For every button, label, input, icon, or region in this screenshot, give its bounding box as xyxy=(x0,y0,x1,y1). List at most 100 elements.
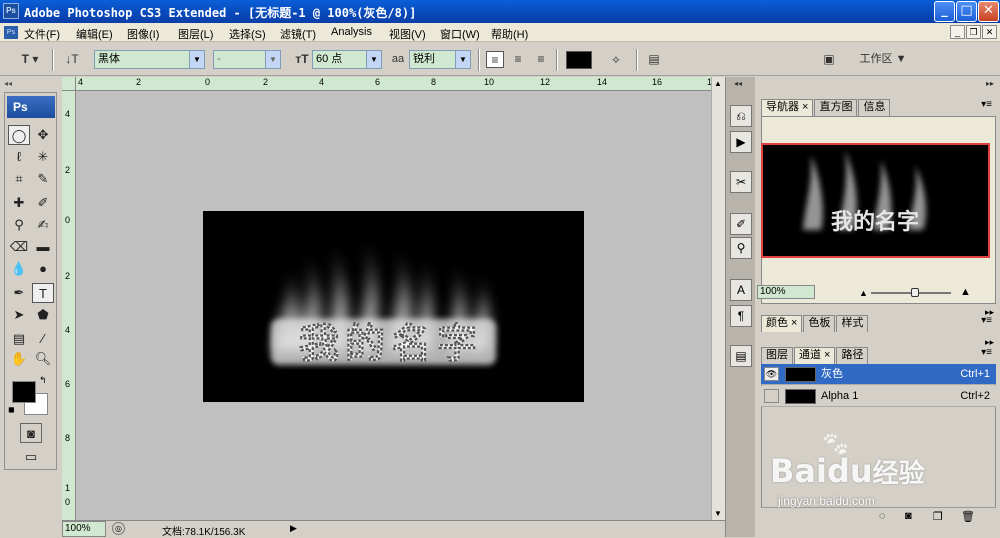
channel-row-alpha[interactable]: Alpha 1 Ctrl+2 xyxy=(761,386,996,407)
dodge-tool-icon[interactable]: ● xyxy=(32,259,54,279)
minimize-button[interactable]: _ xyxy=(934,1,955,22)
doc-restore-icon[interactable]: ❐ xyxy=(966,25,981,39)
doc-close-icon[interactable]: ✕ xyxy=(982,25,997,39)
tab-styles[interactable]: 样式 xyxy=(836,315,869,332)
paragraph-panel-icon[interactable]: ¶ xyxy=(730,305,752,327)
quick-mask-icon[interactable]: ◙ xyxy=(20,423,42,443)
menu-help[interactable]: 帮助(H) xyxy=(491,26,528,42)
tab-color[interactable]: 颜色 × xyxy=(761,315,803,332)
menu-analysis[interactable]: Analysis xyxy=(331,26,372,38)
shape-tool-icon[interactable]: ⬟ xyxy=(32,305,54,325)
menu-image[interactable]: 图像(I) xyxy=(127,26,159,42)
character-panel-icon[interactable]: ▤ xyxy=(644,51,664,68)
menu-app-icon[interactable]: Ps xyxy=(4,26,18,39)
healing-brush-icon[interactable]: ✚ xyxy=(8,193,30,213)
text-color-swatch[interactable] xyxy=(566,51,592,69)
layer-comps-icon[interactable]: ▤ xyxy=(730,345,752,367)
notes-tool-icon[interactable]: ▤ xyxy=(8,329,30,349)
brush-tool-icon[interactable]: ✐ xyxy=(32,193,54,213)
status-info-icon[interactable]: ◎ xyxy=(112,522,125,535)
tab-channels[interactable]: 通道 × xyxy=(794,347,836,364)
eraser-tool-icon[interactable]: ⌫ xyxy=(8,237,30,257)
font-family-select[interactable]: 黑体 ▼ xyxy=(94,50,205,69)
bridge-icon[interactable]: ▣ xyxy=(818,51,840,68)
clone-source-icon[interactable]: ⚲ xyxy=(730,237,752,259)
swap-colors-icon[interactable]: ↰ xyxy=(39,375,47,386)
lasso-tool-icon[interactable]: ℓ xyxy=(8,147,30,167)
actions-panel-icon[interactable]: ▶ xyxy=(730,131,752,153)
menu-filter[interactable]: 滤镜(T) xyxy=(280,26,316,42)
pen-tool-icon[interactable]: ✒ xyxy=(8,283,30,303)
zoom-slider-thumb[interactable] xyxy=(911,288,919,297)
menu-view[interactable]: 视图(V) xyxy=(389,26,426,42)
path-selection-icon[interactable]: ➤ xyxy=(8,305,30,325)
expand-dock-icon[interactable]: ◂◂ xyxy=(734,79,742,88)
align-right-icon[interactable]: ≡ xyxy=(532,51,550,68)
tab-layers[interactable]: 图层 xyxy=(761,347,793,364)
ruler-corner[interactable] xyxy=(62,77,76,91)
menu-layer[interactable]: 图层(L) xyxy=(178,26,213,42)
delete-channel-icon[interactable]: 🗑︎ xyxy=(961,510,975,523)
foreground-color-swatch[interactable] xyxy=(12,381,36,403)
document-canvas[interactable]: 我的名字 xyxy=(203,211,584,402)
brushes-panel-icon[interactable]: ✐ xyxy=(730,213,752,235)
move-tool-icon[interactable]: ✥ xyxy=(32,125,54,145)
close-button[interactable]: ✕ xyxy=(978,1,999,22)
new-channel-icon[interactable]: ❐ xyxy=(933,510,943,523)
tab-histogram[interactable]: 直方图 xyxy=(814,99,858,116)
vertical-scrollbar[interactable]: ▲ ▼ xyxy=(711,77,725,520)
vertical-ruler[interactable]: 4 2 0 2 4 6 8 1 0 xyxy=(62,91,76,521)
doc-minimize-icon[interactable]: _ xyxy=(950,25,965,39)
navigator-preview[interactable]: 我的名字 xyxy=(761,143,990,258)
character-panel-dock-icon[interactable]: A xyxy=(730,279,752,301)
eye-icon[interactable]: 👁︎ xyxy=(764,367,779,381)
gradient-tool-icon[interactable]: ▬ xyxy=(32,237,54,257)
tab-info[interactable]: 信息 xyxy=(858,99,891,116)
tab-navigator[interactable]: 导航器 × xyxy=(761,99,814,116)
menu-edit[interactable]: 编辑(E) xyxy=(76,26,113,42)
font-size-select[interactable]: 60 点 ▼ xyxy=(312,50,382,69)
align-center-icon[interactable]: ≡ xyxy=(509,51,527,68)
tab-paths[interactable]: 路径 xyxy=(836,347,869,364)
tool-presets-icon[interactable]: ✂ xyxy=(730,171,752,193)
navigator-zoom-field[interactable]: 100% xyxy=(757,285,815,299)
zoom-tool-icon[interactable]: 🔍︎ xyxy=(32,349,54,369)
text-orientation-icon[interactable]: ↓T xyxy=(62,51,82,68)
collapse-panels-icon[interactable]: ▸▸ xyxy=(986,79,994,88)
type-tool-preset-icon[interactable]: T ▾ xyxy=(14,51,46,68)
antialias-select[interactable]: 锐利 ▼ xyxy=(409,50,471,69)
eyedropper-icon[interactable]: ⁄ xyxy=(32,329,54,349)
photoshop-app-icon[interactable]: Ps xyxy=(3,3,19,19)
panel-menu-icon[interactable]: ▾≡ xyxy=(981,99,992,110)
marquee-tool-icon[interactable]: ◯ xyxy=(8,125,30,145)
menu-file[interactable]: 文件(F) xyxy=(24,26,60,42)
default-colors-icon[interactable]: ◼ xyxy=(8,405,15,414)
load-selection-icon[interactable]: ◌ xyxy=(879,510,886,522)
menu-window[interactable]: 窗口(W) xyxy=(440,26,480,42)
save-selection-icon[interactable]: ◙ xyxy=(905,510,912,522)
align-left-icon[interactable]: ≡ xyxy=(486,51,504,68)
clone-stamp-icon[interactable]: ⚲ xyxy=(8,215,30,235)
menu-select[interactable]: 选择(S) xyxy=(229,26,266,42)
zoom-in-icon[interactable]: ▲ xyxy=(960,286,971,298)
history-panel-icon[interactable]: ⎌ xyxy=(730,105,752,127)
hand-tool-icon[interactable]: ✋ xyxy=(8,349,30,369)
workspace-button[interactable]: 工作区 ▼ xyxy=(856,51,910,68)
horizontal-ruler[interactable]: 4 2 0 2 4 6 8 10 12 14 16 18 xyxy=(76,77,725,91)
status-menu-arrow-icon[interactable]: ▶ xyxy=(290,523,297,534)
blur-tool-icon[interactable]: 💧 xyxy=(8,259,30,279)
panel-menu-icon[interactable]: ▾≡ xyxy=(981,347,992,358)
collapse-icon[interactable]: ◂◂ xyxy=(4,79,12,88)
zoom-out-icon[interactable]: ▲ xyxy=(859,288,868,298)
warp-text-icon[interactable]: ⟡ xyxy=(606,51,626,68)
magic-wand-icon[interactable]: ✳ xyxy=(32,147,54,167)
screen-mode-icon[interactable]: ▭ xyxy=(20,447,42,467)
font-style-select[interactable]: - ▼ xyxy=(213,50,281,69)
zoom-field[interactable]: 100% xyxy=(62,521,106,537)
maximize-button[interactable]: □ xyxy=(956,1,977,22)
visibility-box[interactable] xyxy=(764,389,779,403)
channel-row-gray[interactable]: 👁︎ 灰色 Ctrl+1 xyxy=(761,364,996,385)
panel-menu-icon[interactable]: ▾≡ xyxy=(981,315,992,326)
tab-swatches[interactable]: 色板 xyxy=(803,315,836,332)
scroll-up-icon[interactable]: ▲ xyxy=(714,79,722,88)
